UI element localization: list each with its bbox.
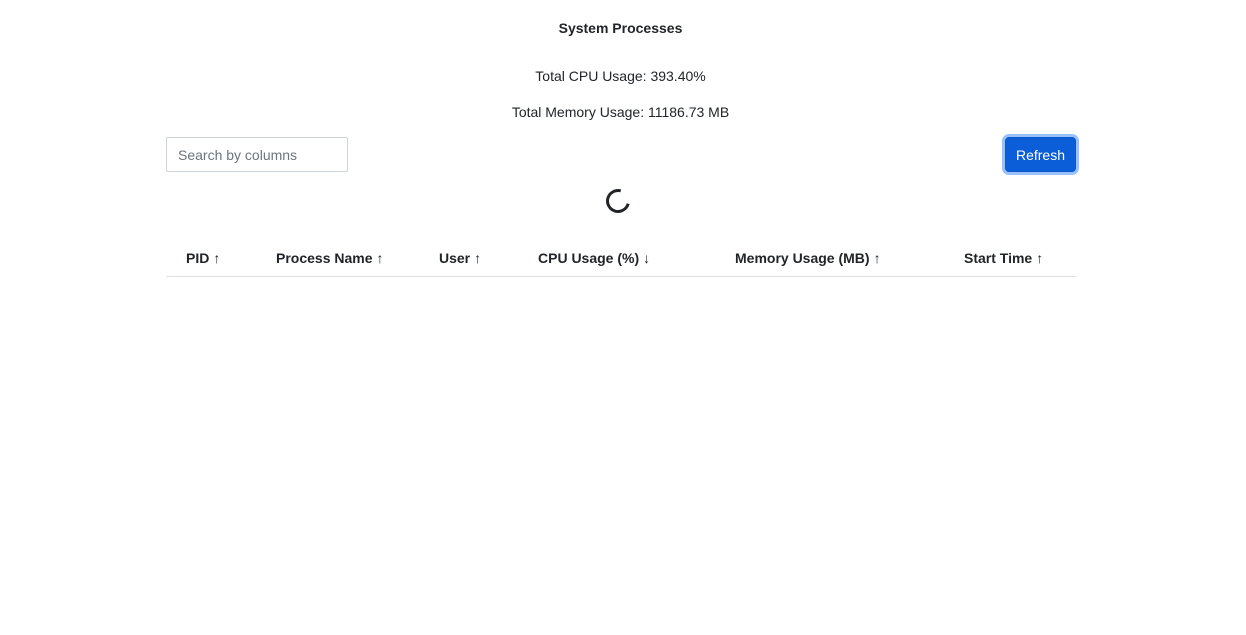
column-header-start-time[interactable]: Start Time ↑	[964, 249, 1043, 267]
sort-arrow-icon: ↑	[873, 250, 881, 266]
search-input[interactable]	[166, 137, 348, 172]
column-header-cpu-usage[interactable]: CPU Usage (%) ↓	[538, 249, 650, 267]
total-memory-usage: Total Memory Usage: 11186.73 MB	[511, 104, 730, 120]
refresh-button[interactable]: Refresh	[1005, 137, 1076, 172]
total-cpu-usage: Total CPU Usage: 393.40%	[535, 68, 706, 84]
sort-arrow-icon: ↑	[376, 250, 384, 266]
column-header-process-name[interactable]: Process Name ↑	[276, 249, 384, 267]
column-header-pid[interactable]: PID ↑	[186, 249, 220, 267]
sort-arrow-icon: ↑	[213, 250, 221, 266]
sort-arrow-icon: ↓	[643, 250, 651, 266]
table-header-row: PID ↑ Process Name ↑ User ↑ CPU Usage (%) ↓ …	[166, 241, 1076, 277]
column-header-memory-usage[interactable]: Memory Usage (MB) ↑	[735, 249, 881, 267]
column-header-user[interactable]: User ↑	[439, 249, 481, 267]
process-table: PID ↑ Process Name ↑ User ↑ CPU Usage (%) ↓ …	[166, 241, 1076, 277]
sort-arrow-icon: ↑	[1036, 250, 1044, 266]
page-title: System Processes	[558, 20, 683, 36]
loading-spinner-icon	[601, 184, 635, 218]
process-monitor-page: System Processes Total CPU Usage: 393.40…	[0, 0, 1246, 635]
sort-arrow-icon: ↑	[474, 250, 482, 266]
